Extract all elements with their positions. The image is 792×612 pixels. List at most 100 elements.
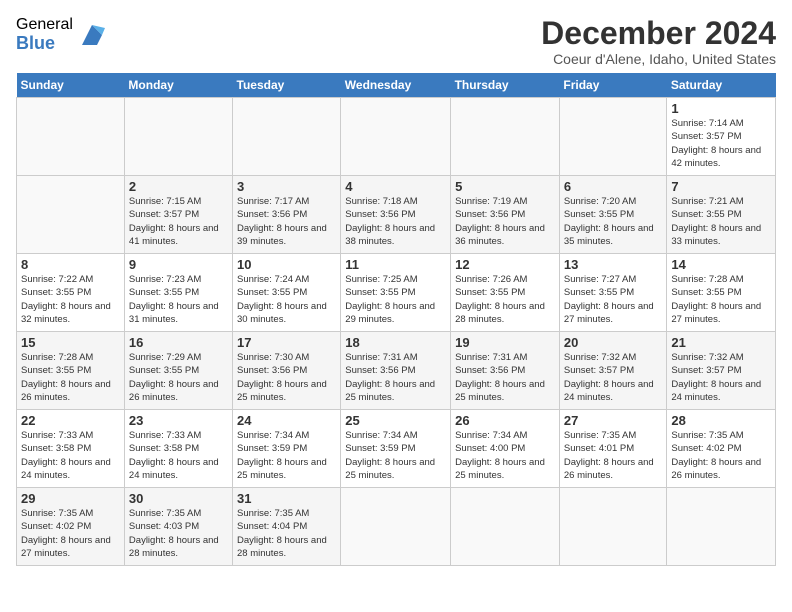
calendar-week-row: 15Sunrise: 7:28 AMSunset: 3:55 PMDayligh… [17,332,776,410]
day-number: 24 [237,413,336,428]
table-row [17,176,125,254]
day-info: Sunrise: 7:33 AMSunset: 3:58 PMDaylight:… [21,429,120,482]
logo-general: General [16,16,73,34]
table-row [451,488,560,566]
day-info: Sunrise: 7:17 AMSunset: 3:56 PMDaylight:… [237,195,336,248]
day-number: 11 [345,257,446,272]
day-number: 23 [129,413,228,428]
table-row [124,98,232,176]
day-number: 29 [21,491,120,506]
day-info: Sunrise: 7:35 AMSunset: 4:03 PMDaylight:… [129,507,228,560]
table-row: 29Sunrise: 7:35 AMSunset: 4:02 PMDayligh… [17,488,125,566]
day-info: Sunrise: 7:34 AMSunset: 3:59 PMDaylight:… [345,429,446,482]
day-number: 7 [671,179,771,194]
table-row: 19Sunrise: 7:31 AMSunset: 3:56 PMDayligh… [451,332,560,410]
table-row: 2Sunrise: 7:15 AMSunset: 3:57 PMDaylight… [124,176,232,254]
header-wednesday: Wednesday [341,73,451,98]
table-row: 25Sunrise: 7:34 AMSunset: 3:59 PMDayligh… [341,410,451,488]
calendar-week-row: 1Sunrise: 7:14 AMSunset: 3:57 PMDaylight… [17,98,776,176]
table-row: 14Sunrise: 7:28 AMSunset: 3:55 PMDayligh… [667,254,776,332]
table-row: 28Sunrise: 7:35 AMSunset: 4:02 PMDayligh… [667,410,776,488]
table-row [17,98,125,176]
day-number: 4 [345,179,446,194]
header-tuesday: Tuesday [233,73,341,98]
day-number: 10 [237,257,336,272]
day-number: 1 [671,101,771,116]
day-info: Sunrise: 7:19 AMSunset: 3:56 PMDaylight:… [455,195,555,248]
day-info: Sunrise: 7:30 AMSunset: 3:56 PMDaylight:… [237,351,336,404]
day-info: Sunrise: 7:31 AMSunset: 3:56 PMDaylight:… [455,351,555,404]
day-info: Sunrise: 7:14 AMSunset: 3:57 PMDaylight:… [671,117,771,170]
day-info: Sunrise: 7:26 AMSunset: 3:55 PMDaylight:… [455,273,555,326]
table-row: 4Sunrise: 7:18 AMSunset: 3:56 PMDaylight… [341,176,451,254]
day-info: Sunrise: 7:15 AMSunset: 3:57 PMDaylight:… [129,195,228,248]
day-number: 12 [455,257,555,272]
table-row [451,98,560,176]
table-row: 18Sunrise: 7:31 AMSunset: 3:56 PMDayligh… [341,332,451,410]
table-row: 22Sunrise: 7:33 AMSunset: 3:58 PMDayligh… [17,410,125,488]
day-info: Sunrise: 7:29 AMSunset: 3:55 PMDaylight:… [129,351,228,404]
table-row [667,488,776,566]
day-number: 17 [237,335,336,350]
day-info: Sunrise: 7:28 AMSunset: 3:55 PMDaylight:… [21,351,120,404]
day-info: Sunrise: 7:21 AMSunset: 3:55 PMDaylight:… [671,195,771,248]
table-row [559,488,666,566]
weekday-header-row: Sunday Monday Tuesday Wednesday Thursday… [17,73,776,98]
calendar-body: 1Sunrise: 7:14 AMSunset: 3:57 PMDaylight… [17,98,776,566]
day-info: Sunrise: 7:23 AMSunset: 3:55 PMDaylight:… [129,273,228,326]
day-number: 27 [564,413,662,428]
header-saturday: Saturday [667,73,776,98]
day-info: Sunrise: 7:28 AMSunset: 3:55 PMDaylight:… [671,273,771,326]
table-row: 24Sunrise: 7:34 AMSunset: 3:59 PMDayligh… [233,410,341,488]
day-number: 6 [564,179,662,194]
table-row: 12Sunrise: 7:26 AMSunset: 3:55 PMDayligh… [451,254,560,332]
calendar-week-row: 8Sunrise: 7:22 AMSunset: 3:55 PMDaylight… [17,254,776,332]
day-number: 3 [237,179,336,194]
title-section: December 2024 Coeur d'Alene, Idaho, Unit… [541,16,776,67]
table-row: 30Sunrise: 7:35 AMSunset: 4:03 PMDayligh… [124,488,232,566]
day-number: 5 [455,179,555,194]
table-row: 11Sunrise: 7:25 AMSunset: 3:55 PMDayligh… [341,254,451,332]
table-row [559,98,666,176]
table-row [341,98,451,176]
day-number: 31 [237,491,336,506]
day-number: 30 [129,491,228,506]
day-info: Sunrise: 7:35 AMSunset: 4:04 PMDaylight:… [237,507,336,560]
calendar-week-row: 29Sunrise: 7:35 AMSunset: 4:02 PMDayligh… [17,488,776,566]
table-row: 15Sunrise: 7:28 AMSunset: 3:55 PMDayligh… [17,332,125,410]
table-row: 5Sunrise: 7:19 AMSunset: 3:56 PMDaylight… [451,176,560,254]
month-title: December 2024 [541,16,776,51]
calendar-table: Sunday Monday Tuesday Wednesday Thursday… [16,73,776,566]
day-number: 15 [21,335,120,350]
location: Coeur d'Alene, Idaho, United States [541,51,776,67]
logo-icon [77,20,107,50]
day-info: Sunrise: 7:33 AMSunset: 3:58 PMDaylight:… [129,429,228,482]
table-row: 9Sunrise: 7:23 AMSunset: 3:55 PMDaylight… [124,254,232,332]
day-number: 28 [671,413,771,428]
day-number: 25 [345,413,446,428]
day-info: Sunrise: 7:18 AMSunset: 3:56 PMDaylight:… [345,195,446,248]
day-number: 19 [455,335,555,350]
table-row: 6Sunrise: 7:20 AMSunset: 3:55 PMDaylight… [559,176,666,254]
day-number: 18 [345,335,446,350]
page-container: General Blue December 2024 Coeur d'Alene… [0,0,792,574]
day-info: Sunrise: 7:27 AMSunset: 3:55 PMDaylight:… [564,273,662,326]
day-info: Sunrise: 7:34 AMSunset: 3:59 PMDaylight:… [237,429,336,482]
header-monday: Monday [124,73,232,98]
day-info: Sunrise: 7:22 AMSunset: 3:55 PMDaylight:… [21,273,120,326]
calendar-week-row: 2Sunrise: 7:15 AMSunset: 3:57 PMDaylight… [17,176,776,254]
header-thursday: Thursday [451,73,560,98]
header-sunday: Sunday [17,73,125,98]
table-row: 26Sunrise: 7:34 AMSunset: 4:00 PMDayligh… [451,410,560,488]
table-row: 21Sunrise: 7:32 AMSunset: 3:57 PMDayligh… [667,332,776,410]
day-info: Sunrise: 7:20 AMSunset: 3:55 PMDaylight:… [564,195,662,248]
day-number: 14 [671,257,771,272]
table-row: 27Sunrise: 7:35 AMSunset: 4:01 PMDayligh… [559,410,666,488]
header: General Blue December 2024 Coeur d'Alene… [16,16,776,67]
logo: General Blue [16,16,107,53]
day-number: 8 [21,257,120,272]
day-info: Sunrise: 7:35 AMSunset: 4:01 PMDaylight:… [564,429,662,482]
day-info: Sunrise: 7:32 AMSunset: 3:57 PMDaylight:… [671,351,771,404]
day-number: 26 [455,413,555,428]
day-info: Sunrise: 7:35 AMSunset: 4:02 PMDaylight:… [21,507,120,560]
